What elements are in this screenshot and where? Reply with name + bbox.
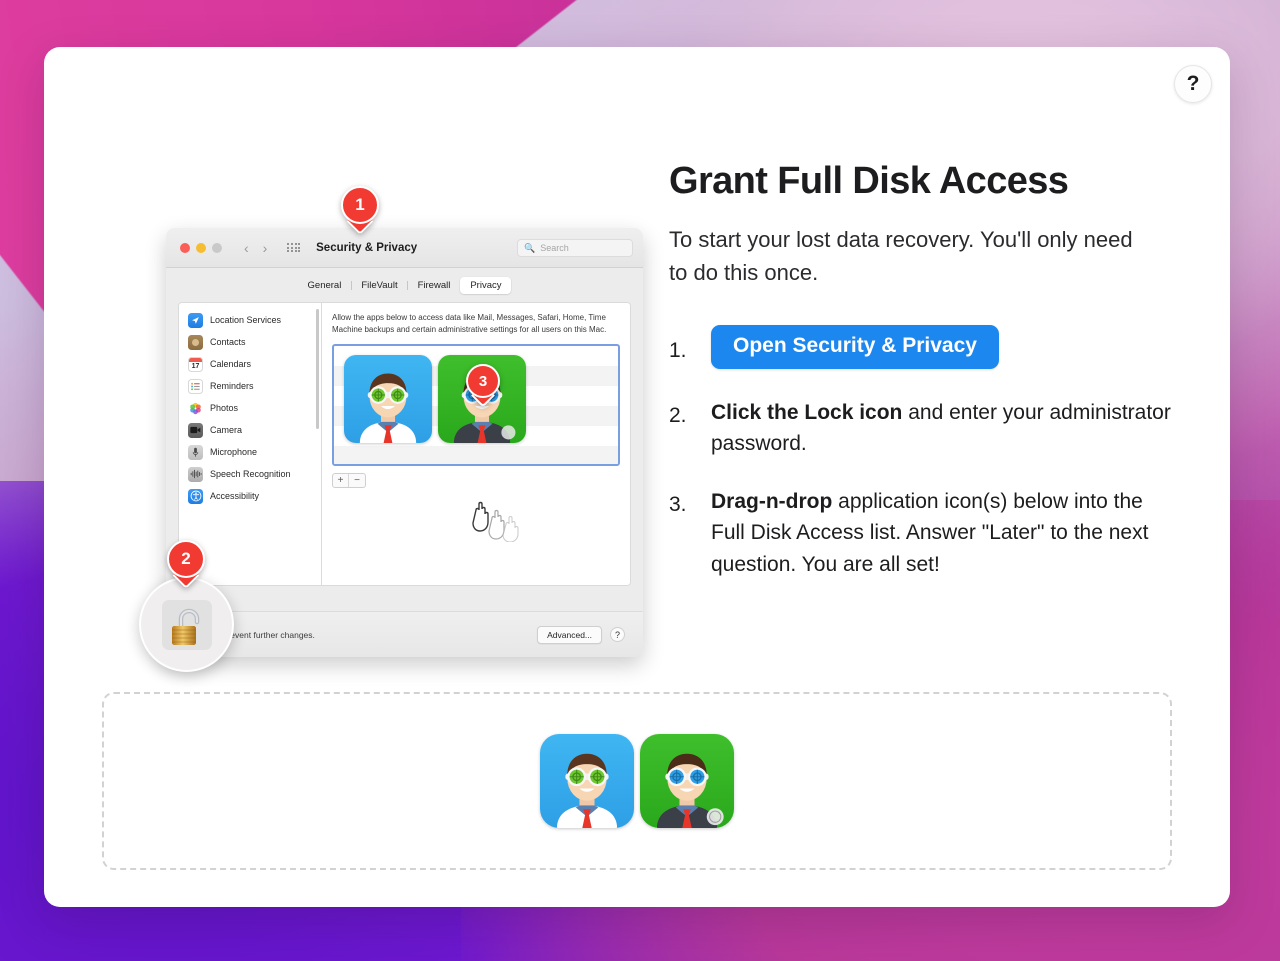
window-traffic-lights: [180, 242, 222, 253]
location-arrow-icon: [188, 312, 203, 328]
sidebar-label: Microphone: [210, 447, 258, 457]
page-subtitle: To start your lost data recovery. You'll…: [669, 226, 1133, 285]
prefs-window-title: Security & Privacy: [316, 241, 418, 254]
close-icon[interactable]: [180, 242, 190, 253]
draggable-app-icon-green[interactable]: [640, 734, 734, 828]
advanced-button[interactable]: Advanced...: [537, 625, 602, 644]
sidebar-item-reminders[interactable]: Reminders: [179, 375, 321, 397]
draggable-app-icon-blue[interactable]: [540, 734, 634, 828]
sidebar-item-photos[interactable]: Photos: [179, 397, 321, 419]
nav-arrows: ‹ ›: [244, 240, 267, 256]
step-2-body: Click the Lock icon and enter your admin…: [711, 397, 1173, 460]
search-icon: 🔍: [524, 242, 536, 253]
step-2-bold: Click the Lock icon: [711, 400, 903, 424]
search-placeholder: Search: [540, 243, 569, 253]
sidebar-label: Contacts: [210, 337, 246, 347]
prefs-tab-bar: General FileVault Firewall Privacy: [166, 268, 643, 302]
sidebar-scrollbar[interactable]: [316, 309, 319, 429]
step-3: 3. Drag-n-drop application icon(s) below…: [669, 486, 1199, 581]
step-1-body: Open Security & Privacy: [711, 325, 999, 369]
tab-privacy[interactable]: Privacy: [460, 277, 512, 294]
accessibility-icon: [188, 488, 203, 504]
back-arrow-icon[interactable]: ‹: [244, 240, 249, 256]
lock-tile: [161, 599, 212, 650]
onboarding-card: ? Grant Full Disk Access To start your l…: [44, 47, 1230, 907]
sidebar-label: Reminders: [210, 381, 254, 391]
app-icon-data-rescue-blue[interactable]: [344, 355, 432, 444]
microphone-icon: [188, 444, 203, 460]
waveform-icon: [188, 466, 203, 482]
photos-pinwheel-icon: [188, 400, 203, 416]
step-1: 1. Open Security & Privacy: [669, 325, 1199, 369]
contacts-book-icon: [188, 334, 203, 350]
sidebar-item-contacts[interactable]: Contacts: [179, 331, 321, 353]
prefs-titlebar: ‹ › Security & Privacy 🔍 Search: [166, 228, 643, 268]
sidebar-item-calendars[interactable]: 17 Calendars: [179, 353, 321, 375]
prefs-footer: he lock to prevent further changes. Adva…: [166, 611, 643, 657]
sidebar-item-speech-recognition[interactable]: Speech Recognition: [179, 463, 321, 485]
security-privacy-window-preview: ‹ › Security & Privacy 🔍 Search General …: [166, 228, 643, 657]
step-1-number: 1.: [669, 339, 687, 363]
sidebar-label: Location Services: [210, 315, 282, 325]
prefs-content: Location Services Contacts 17 Calendars: [178, 302, 631, 586]
instructions-panel: Grant Full Disk Access To start your los…: [669, 160, 1199, 606]
footer-buttons: Advanced... ?: [537, 625, 625, 644]
pin-label: 2: [167, 540, 205, 578]
sidebar-item-microphone[interactable]: Microphone: [179, 441, 321, 463]
calendar-icon: 17: [188, 356, 203, 372]
minimize-icon[interactable]: [196, 242, 206, 253]
marker-pin-1: 1: [341, 186, 379, 235]
tab-general[interactable]: General: [298, 277, 352, 294]
show-all-grid-icon[interactable]: [287, 242, 301, 253]
marker-pin-2: 2: [167, 540, 205, 589]
help-button[interactable]: ?: [1174, 65, 1212, 103]
pane-description: Allow the apps below to access data like…: [332, 313, 607, 334]
step-3-body: Drag-n-drop application icon(s) below in…: [711, 486, 1173, 581]
reminders-list-icon: [188, 378, 203, 394]
step-2: 2. Click the Lock icon and enter your ad…: [669, 397, 1199, 460]
sidebar-label: Calendars: [210, 359, 252, 369]
tab-filevault[interactable]: FileVault: [350, 277, 407, 294]
steps-list: 1. Open Security & Privacy 2. Click the …: [669, 325, 1199, 580]
page-title: Grant Full Disk Access: [669, 160, 1069, 202]
step-3-bold: Drag-n-drop: [711, 489, 833, 513]
app-icon-drop-zone[interactable]: [102, 692, 1172, 870]
sidebar-label: Speech Recognition: [210, 469, 291, 479]
add-app-button[interactable]: +: [333, 474, 349, 488]
forward-arrow-icon[interactable]: ›: [263, 240, 268, 256]
sidebar-item-accessibility[interactable]: Accessibility: [179, 485, 321, 507]
marker-pin-3: 3: [466, 364, 500, 408]
step-2-number: 2.: [669, 403, 687, 427]
prefs-help-button[interactable]: ?: [610, 627, 625, 642]
search-input[interactable]: 🔍 Search: [517, 239, 633, 257]
sidebar-label: Camera: [210, 425, 243, 435]
remove-app-button[interactable]: −: [349, 474, 365, 487]
lock-magnifier: [139, 577, 234, 672]
add-remove-app-buttons[interactable]: + −: [332, 473, 366, 489]
sidebar-label: Accessibility: [210, 491, 260, 501]
drag-hand-cursor: [468, 490, 526, 547]
draggable-app-icons: [540, 734, 734, 828]
sidebar-item-location-services[interactable]: Location Services: [179, 309, 321, 331]
pin-label: 1: [341, 186, 379, 224]
open-padlock-icon: [171, 608, 199, 645]
tab-firewall[interactable]: Firewall: [407, 277, 461, 294]
camera-icon: [188, 422, 203, 438]
sidebar-item-camera[interactable]: Camera: [179, 419, 321, 441]
pin-label: 3: [466, 364, 500, 398]
zoom-icon: [212, 242, 222, 253]
sidebar-label: Photos: [210, 403, 239, 413]
step-3-number: 3.: [669, 492, 687, 516]
open-security-privacy-button[interactable]: Open Security & Privacy: [711, 325, 999, 369]
